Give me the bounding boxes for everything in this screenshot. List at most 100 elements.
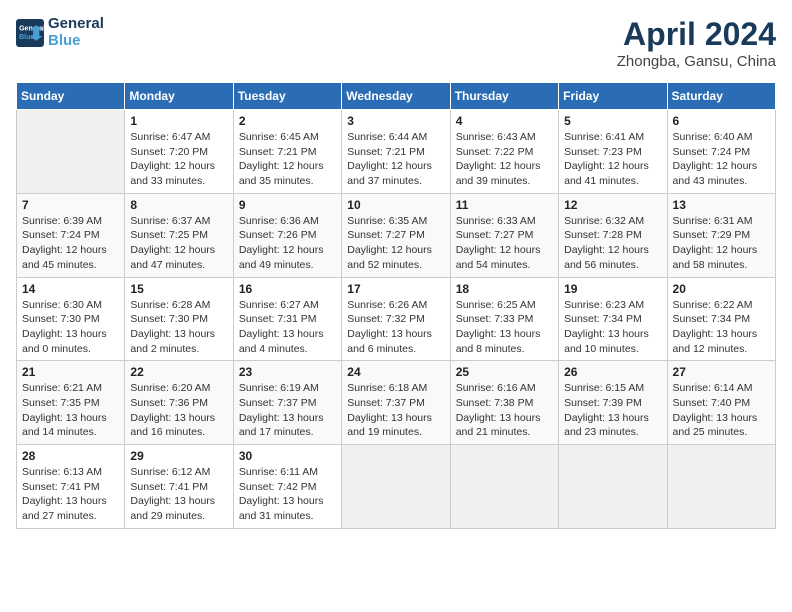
calendar-header-row: SundayMondayTuesdayWednesdayThursdayFrid… bbox=[17, 83, 776, 110]
calendar-cell bbox=[667, 445, 775, 529]
day-number: 2 bbox=[239, 114, 336, 128]
calendar-cell: 16Sunrise: 6:27 AMSunset: 7:31 PMDayligh… bbox=[233, 277, 341, 361]
calendar-cell: 15 Sunrise: 6:28 AMSunset: 7:30 PMDayligh… bbox=[125, 277, 233, 361]
day-info: Sunrise: 6:13 AMSunset: 7:41 PMDaylight:… bbox=[22, 465, 119, 524]
day-number: 17 bbox=[347, 282, 444, 296]
calendar-cell: 3 Sunrise: 6:44 AMSunset: 7:21 PMDaylight… bbox=[342, 110, 450, 194]
day-number: 22 bbox=[130, 365, 227, 379]
day-number: 29 bbox=[130, 449, 227, 463]
day-number: 19 bbox=[564, 282, 661, 296]
day-info: Sunrise: 6:12 AMSunset: 7:41 PMDaylight:… bbox=[130, 465, 227, 524]
day-info: Sunrise: 6:11 AMSunset: 7:42 PMDaylight:… bbox=[239, 465, 336, 524]
calendar-cell: 22 Sunrise: 6:20 AMSunset: 7:36 PMDayligh… bbox=[125, 361, 233, 445]
day-number: 21 bbox=[22, 365, 119, 379]
calendar-cell: 13Sunrise: 6:31 AMSunset: 7:29 PMDayligh… bbox=[667, 193, 775, 277]
calendar-cell: 5Sunrise: 6:41 AMSunset: 7:23 PMDaylight… bbox=[559, 110, 667, 194]
location-subtitle: Zhongba, Gansu, China bbox=[617, 53, 776, 70]
page-header: General Blue General Blue April 2024 Zho… bbox=[16, 16, 776, 70]
logo-text-blue: Blue bbox=[48, 33, 104, 50]
day-number: 4 bbox=[456, 114, 553, 128]
calendar-cell: 6Sunrise: 6:40 AMSunset: 7:24 PMDaylight… bbox=[667, 110, 775, 194]
calendar-cell: 28 Sunrise: 6:13 AMSunset: 7:41 PMDayligh… bbox=[17, 445, 125, 529]
day-info: Sunrise: 6:21 AMSunset: 7:35 PMDaylight:… bbox=[22, 381, 119, 440]
day-header-thursday: Thursday bbox=[450, 83, 558, 110]
day-header-tuesday: Tuesday bbox=[233, 83, 341, 110]
day-info: Sunrise: 6:33 AMSunset: 7:27 PMDaylight:… bbox=[456, 214, 553, 273]
day-number: 12 bbox=[564, 198, 661, 212]
day-header-wednesday: Wednesday bbox=[342, 83, 450, 110]
day-header-sunday: Sunday bbox=[17, 83, 125, 110]
logo-text-general: General bbox=[48, 16, 104, 33]
day-number: 15 bbox=[130, 282, 227, 296]
calendar-cell: 2Sunrise: 6:45 AMSunset: 7:21 PMDaylight… bbox=[233, 110, 341, 194]
day-number: 20 bbox=[673, 282, 770, 296]
calendar-week-row: 21 Sunrise: 6:21 AMSunset: 7:35 PMDayligh… bbox=[17, 361, 776, 445]
day-info: Sunrise: 6:23 AMSunset: 7:34 PMDaylight:… bbox=[564, 298, 661, 357]
day-number: 1 bbox=[130, 114, 227, 128]
calendar-cell: 20Sunrise: 6:22 AMSunset: 7:34 PMDayligh… bbox=[667, 277, 775, 361]
calendar-cell: 17 Sunrise: 6:26 AMSunset: 7:32 PMDayligh… bbox=[342, 277, 450, 361]
day-number: 7 bbox=[22, 198, 119, 212]
day-info: Sunrise: 6:37 AMSunset: 7:25 PMDaylight:… bbox=[130, 214, 227, 273]
calendar-week-row: 1 Sunrise: 6:47 AMSunset: 7:20 PMDaylight… bbox=[17, 110, 776, 194]
day-number: 9 bbox=[239, 198, 336, 212]
day-number: 25 bbox=[456, 365, 553, 379]
calendar-cell bbox=[450, 445, 558, 529]
day-info: Sunrise: 6:40 AMSunset: 7:24 PMDaylight:… bbox=[673, 130, 770, 189]
day-info: Sunrise: 6:26 AMSunset: 7:32 PMDaylight:… bbox=[347, 298, 444, 357]
calendar-cell: 8Sunrise: 6:37 AMSunset: 7:25 PMDaylight… bbox=[125, 193, 233, 277]
day-info: Sunrise: 6:43 AMSunset: 7:22 PMDaylight:… bbox=[456, 130, 553, 189]
day-info: Sunrise: 6:14 AMSunset: 7:40 PMDaylight:… bbox=[673, 381, 770, 440]
day-number: 14 bbox=[22, 282, 119, 296]
day-number: 28 bbox=[22, 449, 119, 463]
day-info: Sunrise: 6:35 AMSunset: 7:27 PMDaylight:… bbox=[347, 214, 444, 273]
day-info: Sunrise: 6:15 AMSunset: 7:39 PMDaylight:… bbox=[564, 381, 661, 440]
day-info: Sunrise: 6:30 AMSunset: 7:30 PMDaylight:… bbox=[22, 298, 119, 357]
calendar-cell: 11 Sunrise: 6:33 AMSunset: 7:27 PMDayligh… bbox=[450, 193, 558, 277]
day-info: Sunrise: 6:28 AMSunset: 7:30 PMDaylight:… bbox=[130, 298, 227, 357]
calendar-cell: 21 Sunrise: 6:21 AMSunset: 7:35 PMDayligh… bbox=[17, 361, 125, 445]
calendar-cell: 23 Sunrise: 6:19 AMSunset: 7:37 PMDayligh… bbox=[233, 361, 341, 445]
day-info: Sunrise: 6:32 AMSunset: 7:28 PMDaylight:… bbox=[564, 214, 661, 273]
calendar-cell: 1 Sunrise: 6:47 AMSunset: 7:20 PMDaylight… bbox=[125, 110, 233, 194]
calendar-cell: 7 Sunrise: 6:39 AMSunset: 7:24 PMDaylight… bbox=[17, 193, 125, 277]
day-info: Sunrise: 6:20 AMSunset: 7:36 PMDaylight:… bbox=[130, 381, 227, 440]
day-info: Sunrise: 6:31 AMSunset: 7:29 PMDaylight:… bbox=[673, 214, 770, 273]
calendar-table: SundayMondayTuesdayWednesdayThursdayFrid… bbox=[16, 82, 776, 529]
day-number: 3 bbox=[347, 114, 444, 128]
calendar-cell: 26 Sunrise: 6:15 AMSunset: 7:39 PMDayligh… bbox=[559, 361, 667, 445]
day-header-monday: Monday bbox=[125, 83, 233, 110]
calendar-cell: 18 Sunrise: 6:25 AMSunset: 7:33 PMDayligh… bbox=[450, 277, 558, 361]
day-header-friday: Friday bbox=[559, 83, 667, 110]
calendar-cell bbox=[17, 110, 125, 194]
day-number: 26 bbox=[564, 365, 661, 379]
day-info: Sunrise: 6:44 AMSunset: 7:21 PMDaylight:… bbox=[347, 130, 444, 189]
day-info: Sunrise: 6:18 AMSunset: 7:37 PMDaylight:… bbox=[347, 381, 444, 440]
day-info: Sunrise: 6:25 AMSunset: 7:33 PMDaylight:… bbox=[456, 298, 553, 357]
day-info: Sunrise: 6:41 AMSunset: 7:23 PMDaylight:… bbox=[564, 130, 661, 189]
calendar-cell: 30 Sunrise: 6:11 AMSunset: 7:42 PMDayligh… bbox=[233, 445, 341, 529]
calendar-cell: 9 Sunrise: 6:36 AMSunset: 7:26 PMDaylight… bbox=[233, 193, 341, 277]
day-info: Sunrise: 6:19 AMSunset: 7:37 PMDaylight:… bbox=[239, 381, 336, 440]
day-number: 24 bbox=[347, 365, 444, 379]
day-number: 18 bbox=[456, 282, 553, 296]
calendar-week-row: 7 Sunrise: 6:39 AMSunset: 7:24 PMDaylight… bbox=[17, 193, 776, 277]
calendar-cell: 25Sunrise: 6:16 AMSunset: 7:38 PMDayligh… bbox=[450, 361, 558, 445]
day-info: Sunrise: 6:39 AMSunset: 7:24 PMDaylight:… bbox=[22, 214, 119, 273]
calendar-cell: 12 Sunrise: 6:32 AMSunset: 7:28 PMDayligh… bbox=[559, 193, 667, 277]
day-number: 30 bbox=[239, 449, 336, 463]
calendar-cell: 14 Sunrise: 6:30 AMSunset: 7:30 PMDayligh… bbox=[17, 277, 125, 361]
day-info: Sunrise: 6:27 AMSunset: 7:31 PMDaylight:… bbox=[239, 298, 336, 357]
day-info: Sunrise: 6:47 AMSunset: 7:20 PMDaylight:… bbox=[130, 130, 227, 189]
calendar-cell: 29 Sunrise: 6:12 AMSunset: 7:41 PMDayligh… bbox=[125, 445, 233, 529]
calendar-cell: 19 Sunrise: 6:23 AMSunset: 7:34 PMDayligh… bbox=[559, 277, 667, 361]
day-info: Sunrise: 6:36 AMSunset: 7:26 PMDaylight:… bbox=[239, 214, 336, 273]
logo-icon: General Blue bbox=[16, 19, 44, 47]
logo: General Blue General Blue bbox=[16, 16, 104, 49]
calendar-cell bbox=[342, 445, 450, 529]
svg-text:Blue: Blue bbox=[19, 34, 34, 41]
day-number: 23 bbox=[239, 365, 336, 379]
day-number: 11 bbox=[456, 198, 553, 212]
calendar-cell: 27Sunrise: 6:14 AMSunset: 7:40 PMDayligh… bbox=[667, 361, 775, 445]
calendar-cell: 10Sunrise: 6:35 AMSunset: 7:27 PMDayligh… bbox=[342, 193, 450, 277]
